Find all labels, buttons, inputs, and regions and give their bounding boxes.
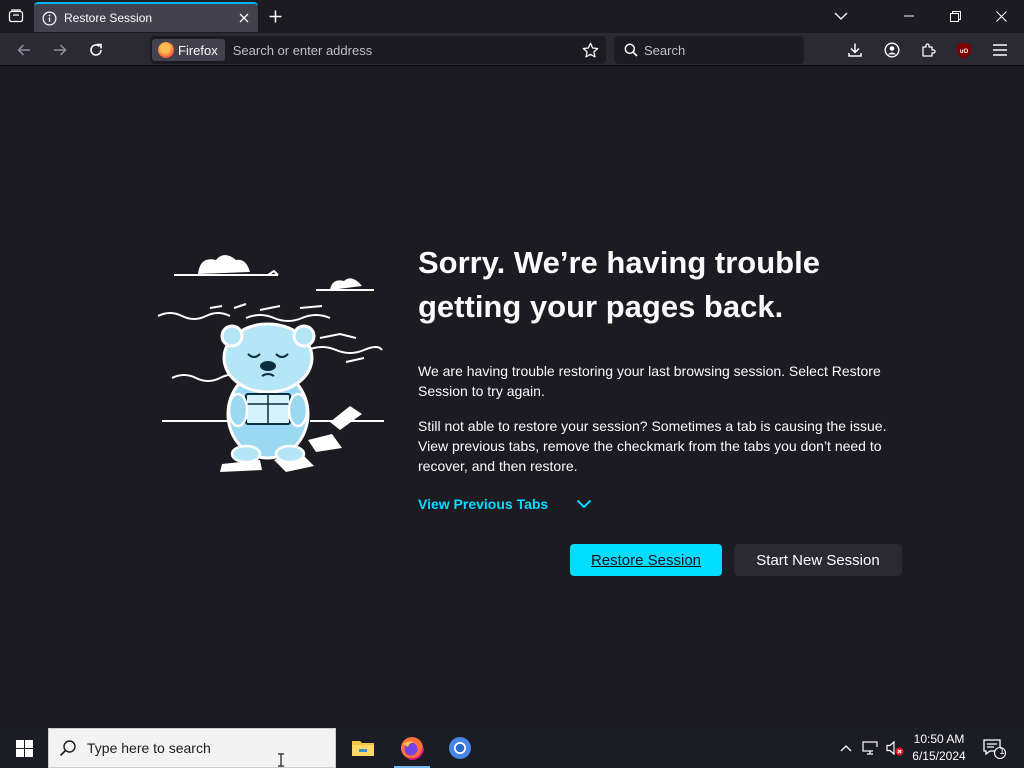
search-bar-label: Search: [644, 42, 686, 58]
bookmark-star-button[interactable]: [576, 36, 604, 64]
ublock-origin-button[interactable]: uO: [951, 37, 977, 63]
svg-text:uO: uO: [960, 49, 969, 55]
identity-label: Firefox: [178, 42, 218, 58]
notification-count-badge: 1: [999, 746, 1005, 756]
firefox-taskbar-button[interactable]: [388, 728, 436, 768]
restore-window-button[interactable]: [932, 0, 978, 32]
hamburger-menu-icon: [993, 44, 1007, 56]
chevron-up-icon: [840, 745, 852, 752]
list-all-tabs-button[interactable]: [818, 0, 864, 32]
firefox-logo-icon: [400, 736, 424, 760]
reload-icon: [90, 43, 102, 56]
restore-description: We are having trouble restoring your las…: [418, 363, 881, 399]
page-title: Sorry. We’re having trouble getting your…: [418, 245, 820, 324]
tab-close-button[interactable]: [234, 8, 254, 28]
view-previous-tabs-label: View Previous Tabs: [418, 496, 549, 512]
firefox-view-button[interactable]: [4, 4, 28, 28]
close-icon: [995, 10, 1007, 22]
app-menu-button[interactable]: [987, 37, 1013, 63]
new-tab-button[interactable]: [264, 5, 286, 27]
identity-box[interactable]: Firefox: [152, 39, 225, 61]
network-icon: [862, 741, 879, 755]
reload-button[interactable]: [83, 37, 109, 63]
page-content: Sorry. We’re having trouble getting your…: [0, 66, 1024, 728]
network-tray-button[interactable]: [860, 728, 882, 768]
restore-help-text: Still not able to restore your session? …: [418, 418, 887, 474]
info-icon: [42, 11, 57, 25]
search-icon: [624, 43, 638, 57]
chrome-taskbar-button[interactable]: [436, 728, 484, 768]
search-icon: [59, 740, 76, 757]
action-center-button[interactable]: 1: [978, 728, 1010, 768]
close-window-button[interactable]: [978, 0, 1024, 32]
chromium-logo-icon: [449, 737, 471, 759]
address-bar[interactable]: Firefox: [150, 36, 606, 64]
sad-bear-illustration: [157, 255, 384, 472]
clock-time: 10:50 AM: [913, 732, 965, 746]
tab-title: Restore Session: [64, 11, 153, 25]
start-new-session-button[interactable]: Start New Session: [734, 544, 902, 576]
windows-logo-icon: [15, 739, 33, 757]
start-button[interactable]: [0, 728, 48, 768]
show-hidden-icons-button[interactable]: [836, 728, 856, 768]
firefox-view-icon: [8, 9, 24, 23]
download-icon: [848, 43, 862, 57]
navigation-toolbar: Firefox Search or enter address Search u…: [0, 33, 1024, 66]
chevron-down-icon: [834, 12, 848, 20]
chevron-down-icon: [576, 499, 592, 509]
puzzle-icon: [922, 43, 936, 57]
search-bar[interactable]: Search: [614, 36, 804, 64]
windows-taskbar: Type here to search 10:50 AM 6/15/2024 1: [0, 728, 1024, 768]
account-icon: [884, 42, 900, 58]
ublock-shield-icon: uO: [957, 42, 971, 58]
minimize-button[interactable]: [886, 0, 932, 32]
tab-strip: Restore Session: [0, 0, 1024, 33]
star-icon: [582, 42, 598, 58]
taskbar-search-box[interactable]: Type here to search: [48, 728, 336, 768]
forward-button[interactable]: [47, 37, 73, 63]
restore-session-button[interactable]: Restore Session: [570, 544, 722, 576]
taskbar-clock[interactable]: 10:50 AM 6/15/2024: [900, 731, 978, 765]
back-button[interactable]: [11, 37, 37, 63]
tab-restore-session[interactable]: Restore Session: [34, 2, 258, 32]
close-icon: [239, 13, 249, 23]
forward-arrow-icon: [54, 44, 67, 56]
back-arrow-icon: [17, 44, 30, 56]
clock-date: 6/15/2024: [912, 749, 966, 763]
minimize-icon: [904, 15, 914, 17]
account-button[interactable]: [879, 37, 905, 63]
text-cursor-icon: [278, 753, 284, 767]
extensions-button[interactable]: [915, 37, 941, 63]
view-previous-tabs-toggle[interactable]: View Previous Tabs: [418, 496, 592, 512]
taskbar-search-placeholder: Type here to search: [87, 740, 211, 756]
file-explorer-taskbar-button[interactable]: [339, 728, 387, 768]
restore-window-icon: [949, 10, 961, 22]
downloads-button[interactable]: [842, 37, 868, 63]
plus-icon: [269, 10, 281, 22]
folder-icon: [352, 741, 374, 756]
firefox-logo-icon: [158, 42, 174, 58]
url-input[interactable]: [232, 42, 576, 58]
